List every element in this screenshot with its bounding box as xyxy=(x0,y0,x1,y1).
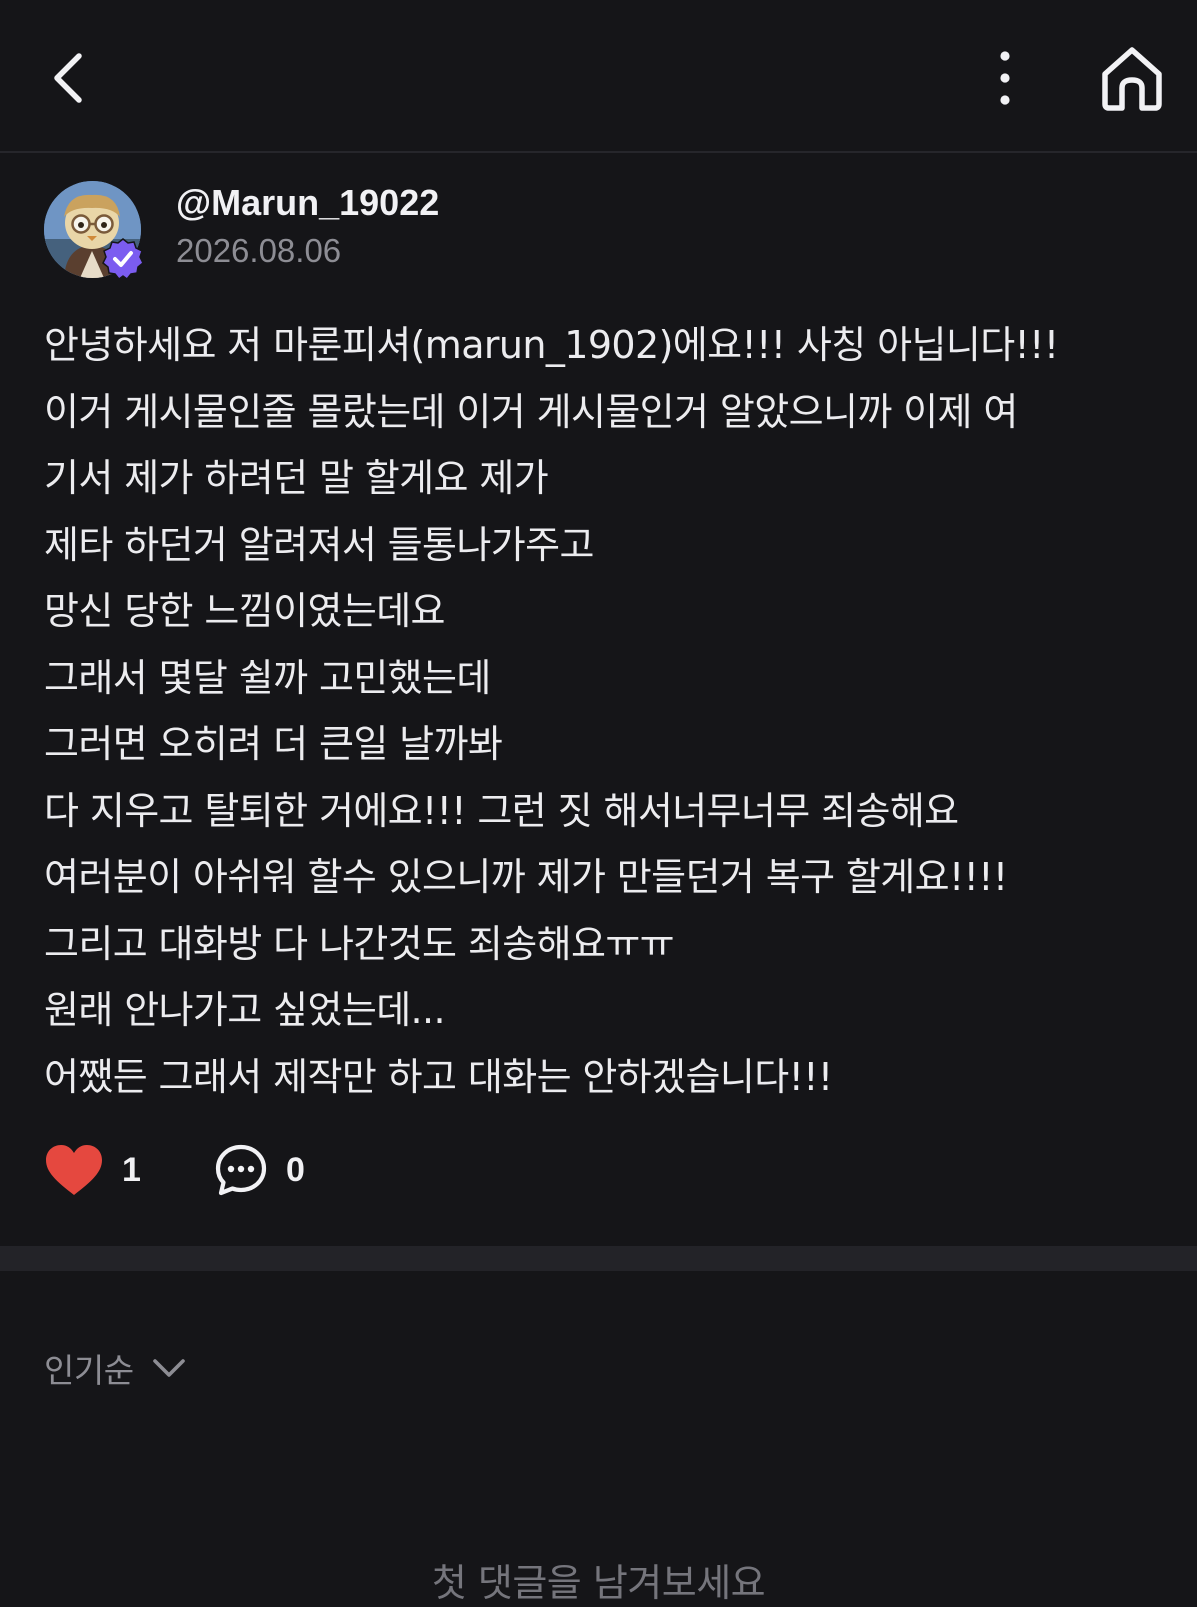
comment-bubble-icon xyxy=(215,1144,267,1196)
post-text-line: 그러면 오히려 더 큰일 날까봐 xyxy=(44,722,503,766)
home-icon xyxy=(1102,47,1162,111)
comment-button[interactable]: 0 xyxy=(214,1138,305,1202)
post-text-line: 망신 당한 느낌이였는데요 xyxy=(44,589,446,633)
comment-sort-dropdown[interactable]: 인기순 xyxy=(44,1340,186,1396)
post-text-line: 다 지우고 탈퇴한 거에요!!! 그런 짓 해서너무너무 죄송해요 xyxy=(44,788,959,833)
empty-comments-message: 첫 댓글을 남겨보세요 xyxy=(431,1561,766,1605)
section-divider xyxy=(0,1246,1197,1271)
like-count: 1 xyxy=(122,1150,141,1189)
post-author: @Marun_19022 2026.08.06 xyxy=(44,181,744,281)
vertical-dots-icon xyxy=(1000,51,1010,105)
home-button[interactable] xyxy=(1092,38,1172,118)
post-date: 2026.08.06 xyxy=(176,232,342,269)
post-text-line: 그리고 대화방 다 나간것도 죄송해요ㅠㅠ xyxy=(44,921,675,966)
sort-label: 인기순 xyxy=(44,1351,134,1390)
post-reactions: 1 0 xyxy=(44,1138,444,1202)
post-text-line: 어쨌든 그래서 제작만 하고 대화는 안하겠습니다!!! xyxy=(44,1054,833,1099)
top-bar xyxy=(0,0,1197,153)
more-options-button[interactable] xyxy=(985,44,1025,112)
post-text-line: 여러분이 아쉬워 할수 있으니까 제가 만들던거 복구 할게요!!!! xyxy=(44,855,1008,899)
back-button[interactable] xyxy=(38,44,98,112)
chevron-left-icon xyxy=(54,53,82,103)
post-content: 안녕하세요 저 마룬피셔(marun_1902)에요!!! 사칭 아닙니다!!!… xyxy=(44,312,1164,1110)
verified-badge-icon xyxy=(101,237,145,281)
post-text-line: 그래서 몇달 쉴까 고민했는데 xyxy=(44,655,491,700)
post-text-line: 기서 제가 하려던 말 할게요 제가 xyxy=(44,456,549,500)
post-text-line: 안녕하세요 저 마룬피셔(marun_1902)에요!!! 사칭 아닙니다!!! xyxy=(44,323,1059,367)
like-button[interactable]: 1 xyxy=(44,1138,141,1202)
heart-icon xyxy=(46,1145,102,1195)
comment-count: 0 xyxy=(286,1150,305,1189)
post-text-line: 제타 하던거 알려져서 들통나가주고 xyxy=(44,522,594,567)
post-text-line: 이거 게시물인줄 몰랐는데 이거 게시물인거 알았으니까 이제 여 xyxy=(44,389,1018,434)
post-text-line: 원래 안나가고 싶었는데... xyxy=(44,988,446,1032)
chevron-down-icon xyxy=(152,1357,186,1379)
author-username[interactable]: @Marun_19022 xyxy=(176,181,439,225)
